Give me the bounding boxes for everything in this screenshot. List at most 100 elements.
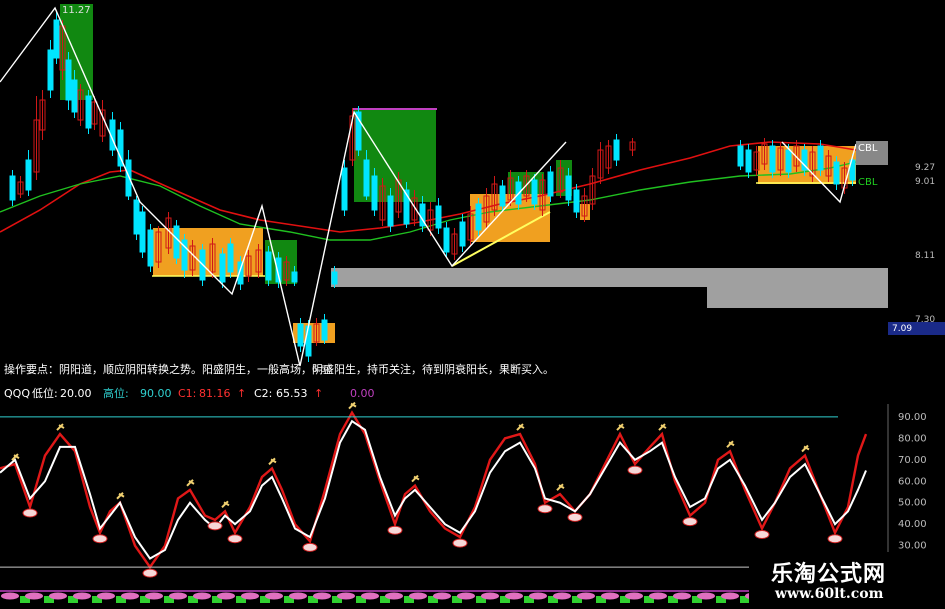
sell-signal-mark xyxy=(726,440,735,448)
candle-body xyxy=(745,149,752,173)
legend-low-label: 低位: xyxy=(32,386,58,400)
oscillator xyxy=(0,410,868,570)
legend-extra-value: 0.00 xyxy=(350,387,375,400)
sell-signal-mark xyxy=(516,423,525,431)
cbl-marker-2: CBL xyxy=(858,177,878,188)
candle-body xyxy=(85,95,92,129)
sell-signal-mark xyxy=(556,483,565,491)
candle-body xyxy=(737,145,744,167)
candle-body xyxy=(371,175,378,211)
buy-signal-dot xyxy=(682,517,698,527)
sell-signal-mark xyxy=(658,423,667,431)
series-c1 xyxy=(0,410,868,570)
sell-signal-mark xyxy=(56,423,65,431)
buy-signal-dot xyxy=(754,529,770,539)
candle-body xyxy=(573,189,580,213)
candle-body xyxy=(355,111,362,151)
signal-dots xyxy=(0,401,870,603)
candle-body xyxy=(475,203,482,231)
candle-body xyxy=(817,145,824,171)
oscillator-tick: 50.00 xyxy=(898,498,927,509)
candle-body xyxy=(499,185,506,207)
candle-body xyxy=(53,19,60,59)
strip-dot-pink xyxy=(385,592,403,600)
strip-dot-pink xyxy=(649,592,667,600)
price-tick: 8.11 xyxy=(915,251,935,261)
candle-body xyxy=(297,323,304,347)
stock-chart: 9.279.018.117.307.09 11.27 6.56 CBL CBL … xyxy=(0,4,945,603)
strip-dot-pink xyxy=(1,592,19,600)
strip-dot-pink xyxy=(697,592,715,600)
strip-dot-pink xyxy=(553,592,571,600)
candle-body xyxy=(139,211,146,253)
strip-dot-pink xyxy=(721,592,739,600)
price-tick: 9.01 xyxy=(915,177,935,187)
strip-dot-pink xyxy=(673,592,691,600)
candle-body xyxy=(769,145,776,173)
candle-body xyxy=(565,175,572,201)
candle-body xyxy=(613,139,620,161)
strip-dot-pink xyxy=(289,592,307,600)
candle-body xyxy=(71,79,78,113)
buy-signal-dot xyxy=(627,465,643,475)
top-price-label: 11.27 xyxy=(62,5,91,16)
strip-dot-pink xyxy=(97,592,115,600)
sell-signal-mark xyxy=(116,492,125,500)
indicator-legend: QQQ 低位: 20.00 高位: 90.00 C1: 81.16 ↑ C2: … xyxy=(4,386,375,400)
candle-body xyxy=(321,319,328,341)
candle-body xyxy=(173,225,180,259)
strip-dot-pink xyxy=(241,592,259,600)
oscillator-tick: 70.00 xyxy=(898,455,927,466)
buy-signal-dot xyxy=(452,538,468,548)
watermark-url: www.60lt.com xyxy=(775,586,884,602)
candle-body xyxy=(291,271,298,283)
strip-dot-pink xyxy=(265,592,283,600)
candle-body xyxy=(305,325,312,357)
legend-c2-arrow: ↑ xyxy=(314,387,323,400)
candle-body xyxy=(785,149,792,173)
oscillator-tick: 30.00 xyxy=(898,541,927,552)
strip-dot-pink xyxy=(313,592,331,600)
legend-c2-value: 65.53 xyxy=(276,387,308,400)
legend-low-value: 20.00 xyxy=(60,387,92,400)
strip-dot-pink xyxy=(409,592,427,600)
strip-dot-pink xyxy=(337,592,355,600)
candle-body xyxy=(341,167,348,211)
strip-dot-pink xyxy=(361,592,379,600)
strip-dot-pink xyxy=(529,592,547,600)
legend-high-value: 90.00 xyxy=(140,387,172,400)
buy-signal-dot xyxy=(537,504,553,514)
candle-body xyxy=(147,229,154,267)
legend-c1-arrow: ↑ xyxy=(237,387,246,400)
strip-dot-pink xyxy=(49,592,67,600)
strip-dot-pink xyxy=(169,592,187,600)
support-zones xyxy=(331,268,888,308)
strip-dot-pink xyxy=(481,592,499,600)
price-axis: 9.279.018.117.307.09 xyxy=(888,163,945,335)
strip-dot-pink xyxy=(25,592,43,600)
candle-body xyxy=(133,199,140,235)
candle-body xyxy=(219,253,226,283)
sell-signal-mark xyxy=(348,401,357,410)
candle-body xyxy=(547,171,554,197)
legend-c1-value: 81.16 xyxy=(199,387,231,400)
candle-body xyxy=(9,175,16,201)
price-tick: 9.27 xyxy=(915,163,935,173)
oscillator-tick: 60.00 xyxy=(898,476,927,487)
legend-c2-label: C2: xyxy=(254,387,272,400)
strip-dot-pink xyxy=(577,592,595,600)
candle-body xyxy=(435,205,442,229)
legend-c1-label: C1: xyxy=(178,387,196,400)
watermark-name: 乐淘公式网 xyxy=(771,562,887,587)
watermark: 乐淘公式网 www.60lt.com xyxy=(749,552,945,609)
legend-high-label: 高位: xyxy=(103,386,129,400)
buy-signal-dot xyxy=(142,568,158,578)
oscillator-tick: 90.00 xyxy=(898,412,927,423)
sell-signal-mark xyxy=(268,457,277,466)
candle-body xyxy=(443,227,450,253)
buy-signal-dot xyxy=(22,508,38,518)
last-price-label: 7.09 xyxy=(892,324,912,334)
sell-signal-mark xyxy=(221,500,230,509)
candle-body xyxy=(47,49,54,91)
buy-signal-dot xyxy=(387,525,403,535)
